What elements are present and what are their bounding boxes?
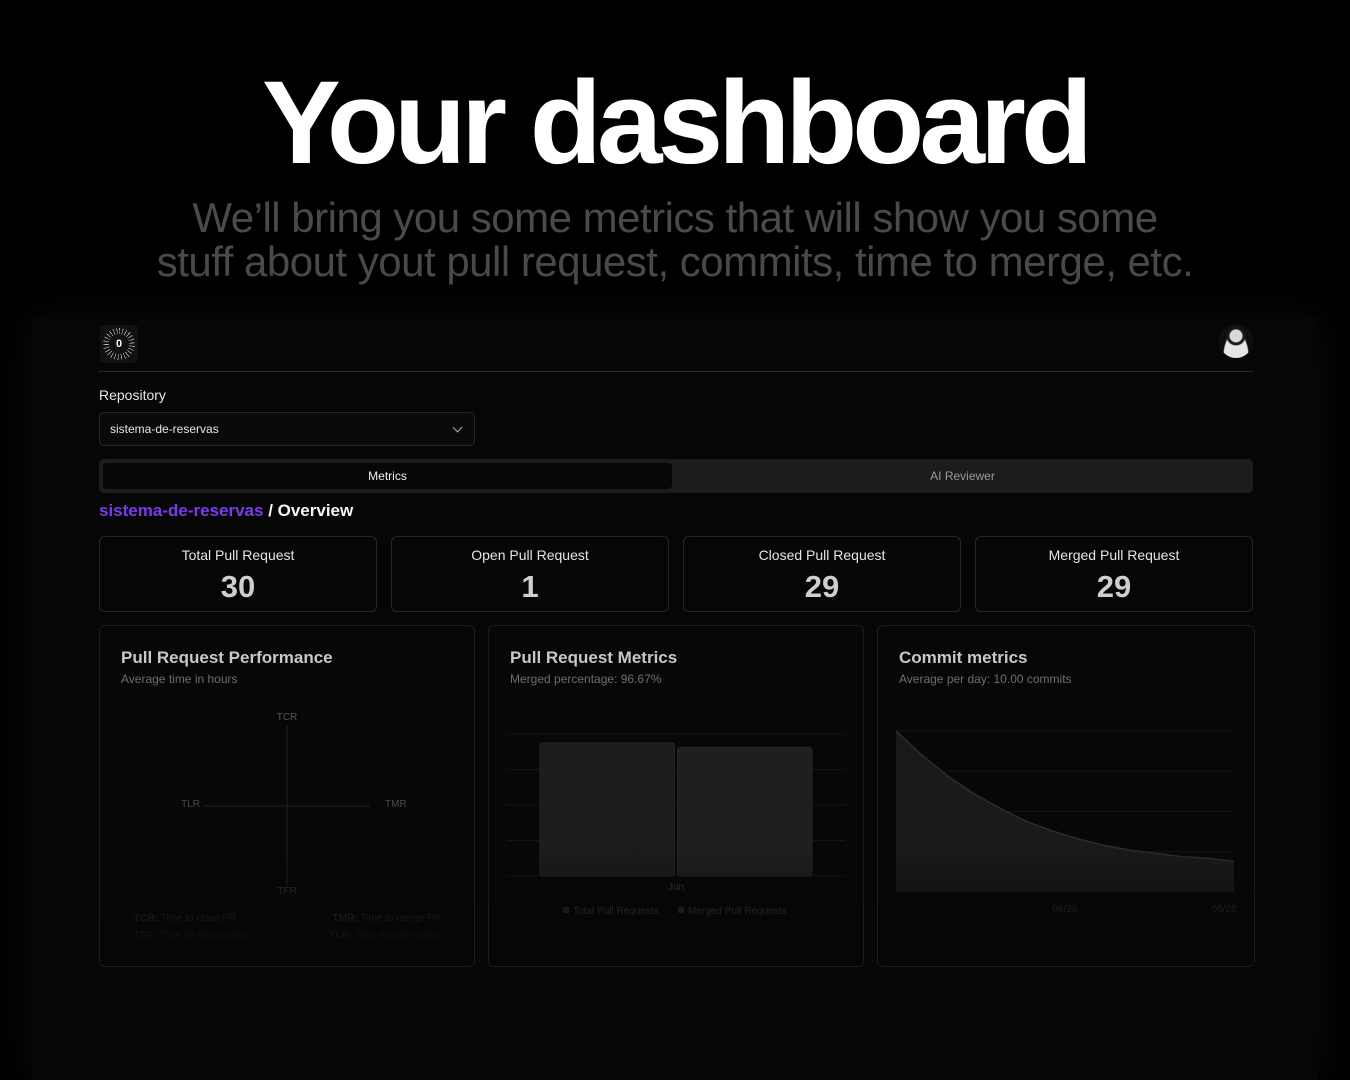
stat-label: Closed Pull Request — [758, 547, 886, 563]
x-tick-label: 06/26 — [1052, 904, 1077, 915]
logo-text: 0 — [109, 334, 129, 354]
hero-subtitle-line-2: stuff about yout pull request, commits, … — [156, 238, 1194, 285]
view-tabs: Metrics AI Reviewer — [99, 459, 1253, 493]
top-bar: 0 — [98, 318, 1253, 372]
stat-card-merged: Merged Pull Request 29 — [975, 536, 1253, 612]
pr-metrics-card: Pull Request Metrics Merged percentage: … — [488, 625, 864, 967]
stat-value: 29 — [804, 569, 840, 604]
legend-label: Total Pull Requests — [573, 906, 659, 917]
breadcrumb: sistema-de-reservas / Overview — [99, 501, 353, 521]
legend-label: Merged Pull Requests — [688, 906, 786, 917]
legend-item-tcr: TCR: Time to close PR — [134, 913, 236, 924]
commit-area-chart: 06/26 06/28 — [895, 730, 1237, 915]
stat-label: Open Pull Request — [471, 547, 589, 563]
pr-performance-card: Pull Request Performance Average time in… — [99, 625, 475, 967]
legend-item-tmr: TMR: Time to merge PR — [333, 913, 441, 924]
x-tick-label: Jun — [668, 882, 684, 893]
radar-label-left: TLR — [181, 799, 200, 810]
radar-chart: TCR TMR TFR TLR TCR: Time to close PR TM… — [134, 712, 442, 941]
bar-total-pull-requests[interactable] — [539, 742, 675, 877]
x-tick-label: 06/28 — [1211, 904, 1236, 915]
stat-value: 30 — [220, 569, 256, 604]
legend-swatch — [563, 907, 569, 913]
dashboard-app: 0 Repository sistema-de-reservas Metrics… — [32, 318, 1318, 1080]
radar-label-top: TCR — [277, 712, 298, 723]
legend-swatch — [678, 907, 684, 913]
radar-label-right: TMR — [385, 799, 407, 810]
stat-value: 1 — [521, 569, 539, 604]
stat-card-total: Total Pull Request 30 — [99, 536, 377, 612]
legend-item-tfr: TFR: Time for first review — [134, 930, 247, 941]
legend-item-tlr: TLR: Time for last review — [329, 930, 441, 941]
tab-ai-reviewer[interactable]: AI Reviewer — [676, 463, 1249, 489]
hero-subtitle-line-1: We’ll bring you some metrics that will s… — [192, 194, 1158, 241]
stat-label: Merged Pull Request — [1048, 547, 1180, 563]
hero-subtitle: We’ll bring you some metrics that will s… — [0, 196, 1350, 284]
breadcrumb-current-page: / Overview — [268, 501, 354, 520]
chevron-down-icon — [452, 422, 463, 433]
stat-label: Total Pull Request — [181, 547, 295, 563]
commit-metrics-card: Commit metrics Average per day: 10.00 co… — [877, 625, 1255, 967]
stat-value: 29 — [1096, 569, 1132, 604]
pr-bar-chart: Jun Total Pull Requests Merged Pull Reques… — [507, 733, 845, 917]
repository-select-value: sistema-de-reservas — [110, 422, 219, 436]
hero-title: Your dashboard — [261, 57, 1093, 189]
repository-label: Repository — [99, 387, 166, 403]
bar-merged-pull-requests[interactable] — [677, 746, 813, 877]
repository-select[interactable]: sistema-de-reservas — [99, 412, 475, 446]
app-logo[interactable]: 0 — [100, 325, 138, 363]
radar-label-bottom: TFR — [277, 886, 296, 897]
stat-card-closed: Closed Pull Request 29 — [683, 536, 961, 612]
stat-card-open: Open Pull Request 1 — [391, 536, 669, 612]
tab-metrics[interactable]: Metrics — [103, 463, 672, 489]
breadcrumb-repo-link[interactable]: sistema-de-reservas — [99, 501, 263, 520]
user-avatar[interactable] — [1219, 324, 1253, 358]
